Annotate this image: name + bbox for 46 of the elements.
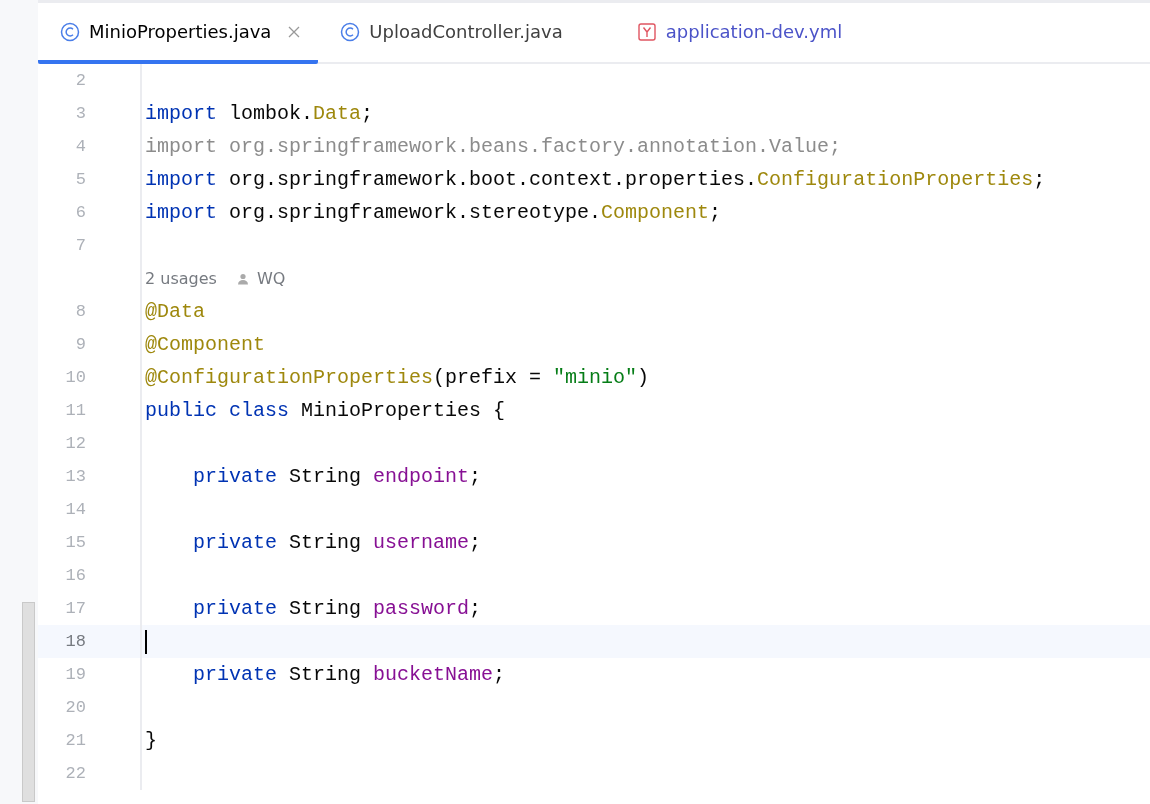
code-line: import org.springframework.boot.context.properties.ConfigurationProperties; [145, 168, 1046, 191]
class-icon [60, 21, 80, 42]
author-hint[interactable]: WQ [256, 269, 286, 288]
line-number: 4 [74, 137, 86, 156]
code-line: @ConfigurationProperties(prefix = "minio") [145, 366, 650, 389]
code-line: @Component [145, 333, 266, 356]
editor-tab[interactable]: MinioProperties.java [38, 3, 319, 64]
line-number: 15 [64, 533, 86, 552]
line-number: 9 [74, 335, 86, 354]
class-icon [340, 21, 361, 42]
code-line: import org.springframework.beans.factory.annotation.Value; [145, 135, 842, 158]
code-line: private String endpoint; [192, 465, 482, 488]
editor-tab[interactable]: application-dev.yml [580, 3, 861, 64]
code-line: import org.springframework.stereotype.Component; [145, 201, 722, 224]
code-line: } [145, 729, 157, 752]
code-line: public class MinioProperties { [145, 399, 506, 422]
line-number: 5 [74, 170, 86, 189]
usages-hint[interactable]: 2 usages [145, 269, 217, 288]
line-number: 10 [64, 368, 86, 387]
line-number: 7 [74, 236, 86, 255]
person-icon [236, 272, 249, 285]
line-number: 21 [64, 731, 86, 750]
editor-tab[interactable]: UploadController.java [318, 3, 581, 64]
text-cursor [145, 629, 147, 654]
line-number: 20 [64, 698, 86, 717]
line-number: 17 [64, 599, 86, 618]
line-number: 12 [64, 434, 86, 453]
code-line: private String password; [192, 597, 482, 620]
line-number: 16 [64, 566, 86, 585]
code-line: import lombok.Data; [145, 102, 374, 125]
line-number: 3 [74, 104, 86, 123]
line-number: 18 [64, 632, 86, 651]
code-line: private String username; [192, 531, 482, 554]
line-number: 19 [64, 665, 86, 684]
line-number: 13 [64, 467, 86, 486]
line-number: 11 [64, 401, 86, 420]
line-number: 2 [74, 71, 86, 90]
code-line: @Data [145, 300, 205, 323]
line-number: 14 [64, 500, 86, 519]
line-number: 6 [74, 203, 86, 222]
close-icon[interactable] [288, 25, 301, 38]
yaml-file-icon [636, 21, 657, 42]
code-line: private String bucketName; [192, 663, 506, 686]
line-number: 22 [64, 764, 86, 783]
line-number: 8 [74, 302, 86, 321]
scroll-thumb[interactable] [22, 602, 35, 802]
